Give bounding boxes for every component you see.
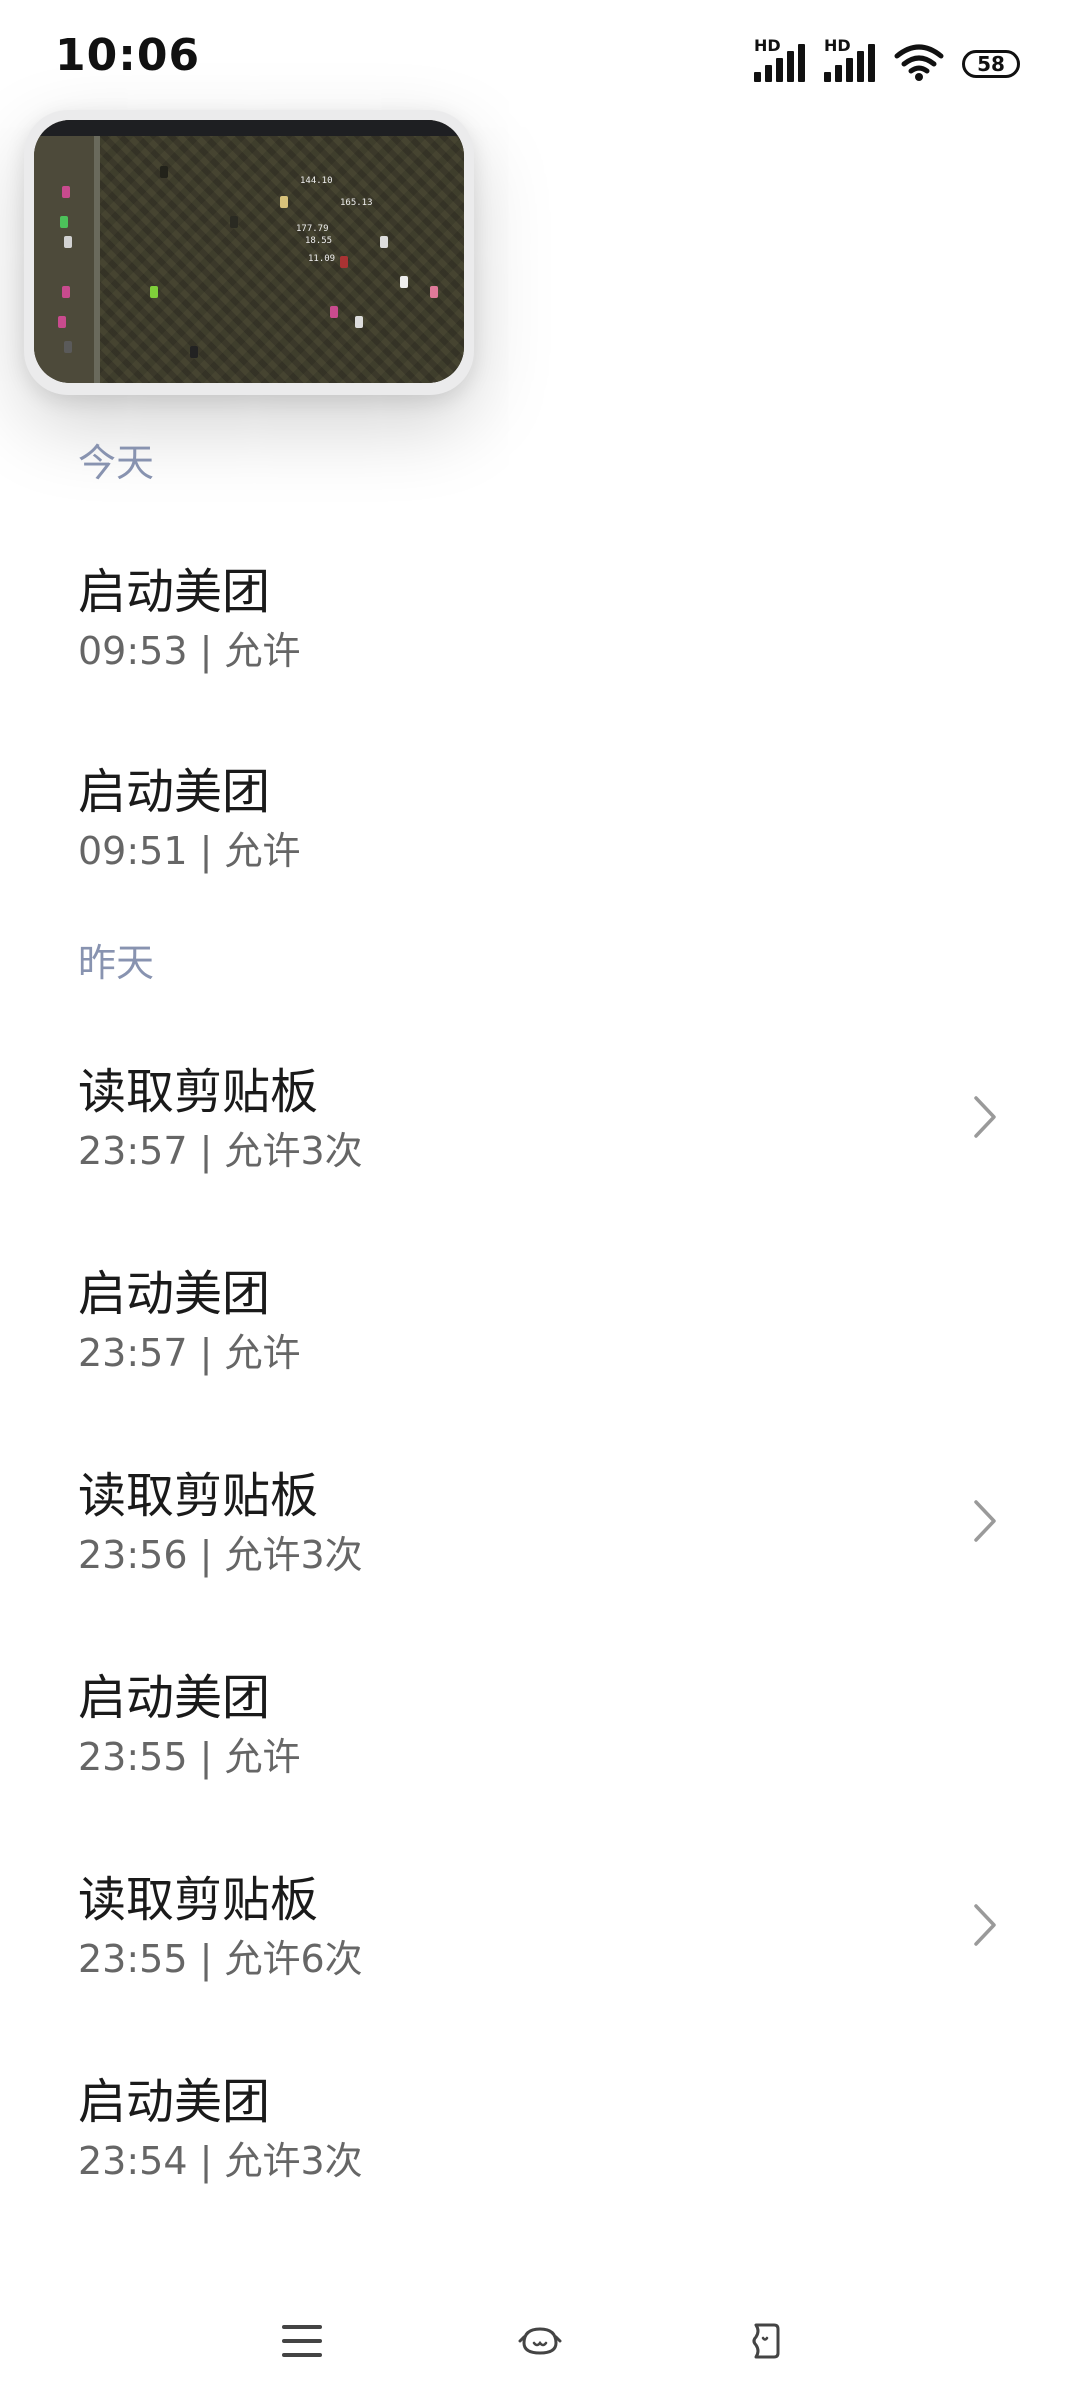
home-button[interactable] [500, 2301, 580, 2381]
list-item[interactable]: 读取剪贴板 23:57 | 允许3次 [0, 1052, 1080, 1232]
menu-icon [282, 2325, 322, 2357]
damage-number: 165.13 [340, 198, 373, 208]
floating-window[interactable]: 144.10 165.13 177.79 18.55 11.09 [24, 110, 474, 395]
damage-number: 144.10 [300, 176, 333, 186]
section-header-today: 今天 [78, 441, 155, 485]
item-title: 启动美团 [78, 2074, 271, 2130]
game-topbar [34, 120, 464, 136]
item-subtitle: 23:55 | 允许 [78, 1735, 301, 1779]
chevron-right-icon[interactable] [970, 1092, 1000, 1142]
chevron-right-icon[interactable] [970, 1496, 1000, 1546]
list-item[interactable]: 启动美团 23:57 | 允许 [0, 1254, 1080, 1434]
item-subtitle: 23:56 | 允许3次 [78, 1533, 363, 1577]
item-title: 读取剪贴板 [78, 1872, 319, 1928]
status-time: 10:06 [55, 30, 201, 81]
item-title: 启动美团 [78, 764, 271, 820]
item-subtitle: 23:55 | 允许6次 [78, 1937, 363, 1981]
item-subtitle: 23:57 | 允许 [78, 1331, 301, 1375]
home-icon [518, 2327, 562, 2355]
back-icon [752, 2323, 780, 2359]
damage-number: 11.09 [308, 254, 336, 264]
battery-indicator: 58 [962, 50, 1020, 78]
game-field: 144.10 165.13 177.79 18.55 11.09 [100, 136, 464, 383]
cellular-signal-icon: HD [754, 36, 806, 82]
status-bar: 10:06 HD HD 58 [0, 0, 1080, 120]
item-title: 启动美团 [78, 564, 271, 620]
damage-number: 177.79 [296, 224, 329, 234]
damage-number: 18.55 [305, 236, 333, 246]
list-item[interactable]: 启动美团 23:55 | 允许 [0, 1658, 1080, 1838]
item-subtitle: 09:51 | 允许 [78, 829, 301, 873]
item-subtitle: 09:53 | 允许 [78, 629, 301, 673]
hd-label: HD [754, 36, 781, 55]
back-button[interactable] [724, 2301, 804, 2381]
wifi-icon [894, 44, 944, 81]
menu-button[interactable] [262, 2301, 342, 2381]
section-header-yesterday: 昨天 [78, 941, 155, 985]
list-item[interactable]: 读取剪贴板 23:55 | 允许6次 [0, 1860, 1080, 2040]
chevron-right-icon[interactable] [970, 1900, 1000, 1950]
status-icons: HD HD 58 [754, 36, 1020, 82]
navigation-bar [0, 2281, 1080, 2401]
item-title: 启动美团 [78, 1670, 271, 1726]
list-item[interactable]: 启动美团 23:54 | 允许3次 [0, 2062, 1080, 2242]
list-item[interactable]: 读取剪贴板 23:56 | 允许3次 [0, 1456, 1080, 1636]
item-title: 启动美团 [78, 1266, 271, 1322]
item-title: 读取剪贴板 [78, 1064, 319, 1120]
item-title: 读取剪贴板 [78, 1468, 319, 1524]
hd-label: HD [824, 36, 851, 55]
game-sidebar [34, 136, 100, 383]
battery-level: 58 [977, 52, 1005, 76]
list-item[interactable]: 启动美团 09:53 | 允许 [0, 552, 1080, 732]
list-item[interactable]: 启动美团 09:51 | 允许 [0, 752, 1080, 932]
floating-window-content[interactable]: 144.10 165.13 177.79 18.55 11.09 [34, 120, 464, 383]
item-subtitle: 23:57 | 允许3次 [78, 1129, 363, 1173]
cellular-signal-icon: HD [824, 36, 876, 82]
item-subtitle: 23:54 | 允许3次 [78, 2139, 363, 2183]
